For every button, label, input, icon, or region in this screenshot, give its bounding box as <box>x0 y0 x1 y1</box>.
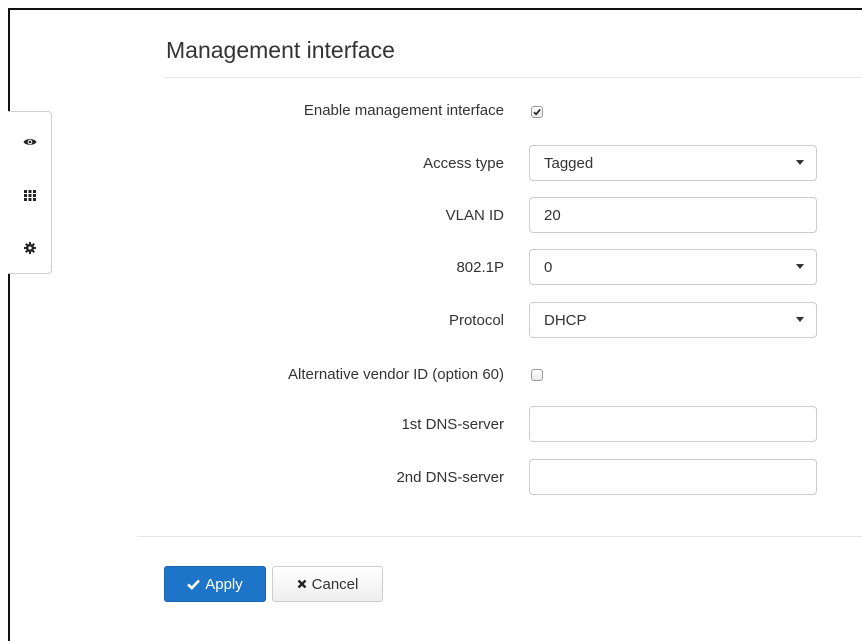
alt-vendor-id-checkbox[interactable] <box>531 369 543 381</box>
priority-select[interactable]: 0 <box>529 249 817 285</box>
enable-management-checkbox[interactable] <box>531 106 543 118</box>
dns1-input[interactable] <box>529 406 817 442</box>
page-title: Management interface <box>166 37 395 63</box>
eye-icon <box>23 139 36 145</box>
sidebar-item-system[interactable] <box>8 228 51 268</box>
cancel-label: Cancel <box>311 575 359 593</box>
gear-icon <box>23 242 36 254</box>
apply-button[interactable]: Apply <box>164 566 266 602</box>
grid-icon <box>23 190 36 201</box>
footer-divider <box>137 536 862 537</box>
access-type-value: Tagged <box>544 154 594 172</box>
apply-label: Apply <box>205 575 243 593</box>
protocol-value: DHCP <box>544 311 587 329</box>
priority-label: 802.1P <box>456 259 504 276</box>
close-icon <box>297 579 306 589</box>
alt-vendor-id-label: Alternative vendor ID (option 60) <box>288 366 504 383</box>
cancel-button[interactable]: Cancel <box>272 566 383 602</box>
chevron-down-icon <box>796 250 804 284</box>
sidebar-item-configuration[interactable] <box>8 175 51 215</box>
dns2-label: 2nd DNS-server <box>396 469 504 486</box>
checkmark-icon <box>533 108 541 116</box>
priority-value: 0 <box>544 258 553 276</box>
access-type-label: Access type <box>423 155 504 172</box>
dns1-label: 1st DNS-server <box>401 416 504 433</box>
side-nav <box>8 111 52 274</box>
vlan-id-label: VLAN ID <box>445 207 504 224</box>
checkmark-icon <box>187 579 201 590</box>
vlan-id-input[interactable]: 20 <box>529 197 817 233</box>
protocol-select[interactable]: DHCP <box>529 302 817 338</box>
chevron-down-icon <box>796 303 804 337</box>
title-divider <box>164 77 862 78</box>
protocol-label: Protocol <box>448 312 504 329</box>
dns2-input[interactable] <box>529 459 817 495</box>
enable-management-label: Enable management interface <box>303 102 504 119</box>
sidebar-item-monitoring[interactable] <box>8 122 51 162</box>
access-type-select[interactable]: Tagged <box>529 145 817 181</box>
vlan-id-value: 20 <box>544 206 561 224</box>
chevron-down-icon <box>796 146 804 180</box>
